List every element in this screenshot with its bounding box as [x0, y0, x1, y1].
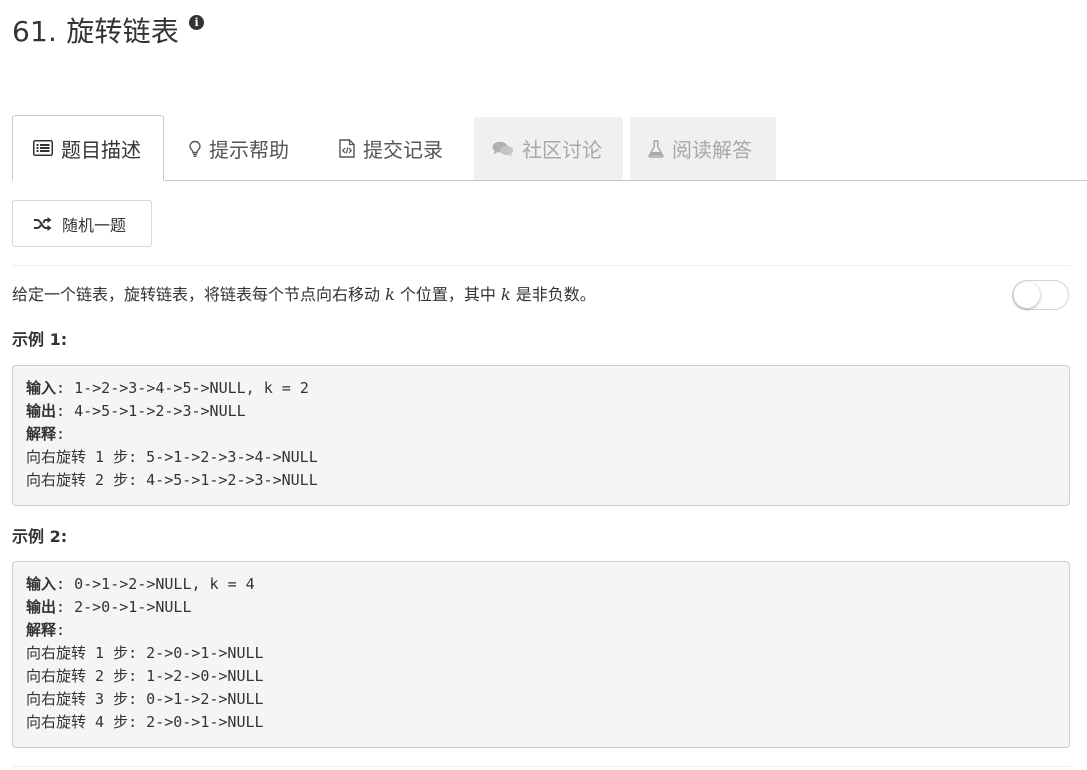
explain-line: 解释: — [26, 423, 1056, 446]
tab-hints[interactable]: 提示帮助 — [189, 117, 309, 180]
output-label: 输出 — [26, 598, 57, 616]
code-file-icon — [339, 139, 355, 158]
variable-k: k — [385, 285, 395, 304]
step-line: 向右旋转 4 步: 2->0->1->NULL — [26, 713, 264, 731]
divider — [12, 265, 1070, 266]
comments-icon — [492, 141, 514, 157]
random-problem-button[interactable]: 随机一题 — [12, 200, 152, 247]
tab-label: 阅读解答 — [672, 138, 752, 162]
example-1-code: 输入: 1->2->3->4->5->NULL, k = 2 输出: 4->5-… — [12, 365, 1070, 506]
output-label: 输出 — [26, 402, 57, 420]
flask-icon — [648, 139, 664, 158]
random-problem-label: 随机一题 — [62, 215, 127, 235]
description-text: 是非负数。 — [510, 285, 596, 304]
tab-label: 社区讨论 — [522, 138, 602, 162]
explain-label: 解释 — [26, 621, 57, 639]
title-row: 61. 旋转链表 i — [12, 12, 205, 52]
input-label: 输入 — [26, 379, 57, 397]
tab-label: 题目描述 — [61, 137, 141, 162]
toggle-switch[interactable] — [1012, 280, 1069, 310]
variable-k: k — [500, 285, 511, 304]
tab-submissions[interactable]: 提交记录 — [339, 117, 469, 180]
input-line: 输入: 1->2->3->4->5->NULL, k = 2 — [26, 377, 1056, 400]
input-value: : 1->2->3->4->5->NULL, k = 2 — [56, 379, 309, 397]
explain-colon: : — [56, 621, 66, 639]
tab-bar: 题目描述 提示帮助 提交记录 社区讨论 阅读解答 — [12, 115, 1087, 181]
divider — [12, 766, 1070, 767]
lightbulb-icon — [189, 140, 201, 158]
tab-label: 提示帮助 — [209, 138, 289, 162]
example-2-title: 示例 2: — [12, 527, 68, 546]
step-line: 向右旋转 2 步: 4->5->1->2->3->NULL — [26, 471, 318, 489]
output-value: : 4->5->1->2->3->NULL — [56, 402, 246, 420]
step-line: 向右旋转 1 步: 2->0->1->NULL — [26, 644, 264, 662]
step-line: 向右旋转 1 步: 5->1->2->3->4->NULL — [26, 448, 318, 466]
example-2-code: 输入: 0->1->2->NULL, k = 4 输出: 2->0->1->NU… — [12, 561, 1070, 748]
explain-line: 解释: — [26, 619, 1056, 642]
info-icon[interactable]: i — [189, 15, 205, 30]
output-line: 输出: 2->0->1->NULL — [26, 596, 1056, 619]
tab-solution[interactable]: 阅读解答 — [630, 117, 776, 180]
tab-label: 提交记录 — [363, 138, 443, 162]
problem-description: 给定一个链表，旋转链表，将链表每个节点向右移动 k 个位置，其中 k 是非负数。 — [12, 284, 596, 306]
example-1-title: 示例 1: — [12, 330, 68, 349]
output-value: : 2->0->1->NULL — [56, 598, 192, 616]
input-value: : 0->1->2->NULL, k = 4 — [56, 575, 255, 593]
explain-colon: : — [56, 425, 66, 443]
input-label: 输入 — [26, 575, 57, 593]
step-line: 向右旋转 2 步: 1->2->0->NULL — [26, 667, 264, 685]
list-icon — [33, 140, 53, 156]
step-line: 向右旋转 3 步: 0->1->2->NULL — [26, 690, 264, 708]
description-text: 个位置，其中 — [394, 285, 501, 304]
tab-discuss[interactable]: 社区讨论 — [474, 117, 623, 180]
output-line: 输出: 4->5->1->2->3->NULL — [26, 400, 1056, 423]
shuffle-icon — [33, 216, 52, 231]
page-title: 61. 旋转链表 — [12, 15, 180, 48]
description-text: 给定一个链表，旋转链表，将链表每个节点向右移动 — [12, 285, 386, 304]
input-line: 输入: 0->1->2->NULL, k = 4 — [26, 573, 1056, 596]
tab-description[interactable]: 题目描述 — [12, 115, 164, 181]
toggle-knob — [1014, 282, 1040, 308]
explain-label: 解释 — [26, 425, 57, 443]
